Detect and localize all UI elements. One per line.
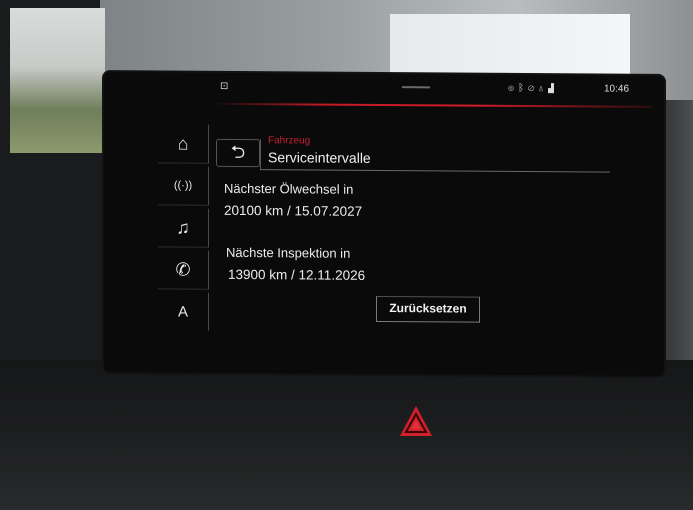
clock: 10:46	[604, 83, 630, 95]
nav-navigation[interactable]: A	[158, 292, 209, 331]
inspection-label: Nächste Inspektion in	[226, 244, 351, 261]
mute-icon: ⊘	[528, 83, 538, 95]
status-bar: ⊡ ◎ᛒ⊘♙▟ 10:46	[212, 79, 652, 100]
location-icon: ◎	[508, 82, 518, 94]
nav-phone[interactable]: ✆	[158, 250, 209, 290]
nav-radio[interactable]: ((·))	[158, 166, 209, 206]
drag-handle[interactable]	[402, 86, 430, 89]
radio-icon: ((·))	[173, 179, 193, 192]
inspection-value: 13900 km / 12.11.2026	[228, 266, 366, 283]
back-button[interactable]: ⮌	[216, 138, 260, 168]
nav-home[interactable]: ⌂	[158, 124, 209, 164]
navigation-arrow-icon: A	[177, 303, 188, 321]
signal-icon: ▟	[548, 83, 558, 95]
bluetooth-icon: ᛒ	[518, 82, 528, 95]
phone-icon: ✆	[175, 259, 191, 280]
car-icon: ⊡	[220, 80, 229, 92]
oil-change-value: 20100 km / 15.07.2027	[224, 202, 363, 219]
home-icon: ⌂	[177, 133, 189, 154]
status-icons: ◎ᛒ⊘♙▟	[508, 83, 558, 94]
back-arrow-icon: ⮌	[230, 141, 246, 163]
infotainment-screen: ⊡ ◎ᛒ⊘♙▟ 10:46 ⌂ ((·)) ♫ ✆ A ⮌ Fahrzeug S…	[104, 72, 664, 376]
nav-media[interactable]: ♫	[158, 208, 209, 248]
header-divider	[260, 139, 261, 170]
accent-line	[212, 102, 652, 108]
dashboard	[0, 360, 693, 510]
user-icon: ♙	[538, 83, 548, 95]
oil-change-label: Nächster Ölwechsel in	[224, 180, 354, 197]
music-note-icon: ♫	[176, 217, 190, 238]
breadcrumb: Fahrzeug	[268, 135, 311, 147]
background-window-left	[10, 8, 105, 153]
hazard-button[interactable]	[398, 404, 434, 440]
page-title: Serviceintervalle	[268, 149, 371, 166]
reset-button[interactable]: Zurücksetzen	[376, 295, 480, 323]
header-underline	[260, 169, 610, 173]
